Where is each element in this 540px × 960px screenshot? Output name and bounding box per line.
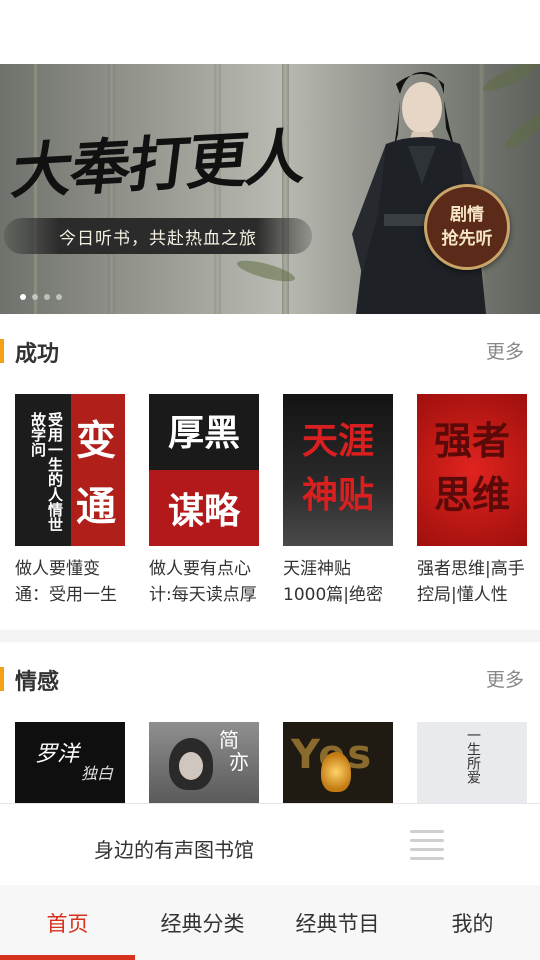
cover-title: 通 bbox=[76, 484, 116, 530]
cover-title: 一生所爱 bbox=[465, 728, 481, 784]
cover-title: 强者 bbox=[433, 419, 510, 463]
preview-badge[interactable]: 剧情 抢先听 bbox=[424, 184, 510, 270]
nav-programs[interactable]: 经典节目 bbox=[270, 885, 405, 960]
nav-categories[interactable]: 经典分类 bbox=[135, 885, 270, 960]
nav-active-indicator bbox=[0, 955, 135, 960]
nav-label: 经典分类 bbox=[160, 911, 245, 936]
more-link[interactable]: 更多 bbox=[486, 665, 524, 692]
book-card[interactable]: 天涯 神贴 天涯神贴1000篇|绝密私藏 bbox=[283, 394, 393, 608]
book-card[interactable]: 受用一生的人情世故学问 变 通 做人要懂变通：受用一生的人情世故学问 bbox=[15, 394, 125, 608]
book-card[interactable]: 罗洋 独白 bbox=[15, 722, 125, 803]
pagination-dot[interactable] bbox=[56, 294, 62, 300]
book-card[interactable]: 一生所爱 bbox=[417, 722, 527, 803]
section-title: 情感 bbox=[15, 670, 60, 695]
book-cover: 罗洋 独白 bbox=[15, 722, 125, 803]
banner-slogan: 今日听书，共赴热血之旅 bbox=[4, 218, 312, 254]
badge-line-1: 剧情 bbox=[450, 205, 484, 225]
cover-subtitle: 受用一生的人情世故学问 bbox=[29, 412, 64, 532]
cover-title: 亦 bbox=[229, 750, 249, 774]
cover-subtitle: 独白 bbox=[81, 764, 114, 783]
pagination-dot[interactable] bbox=[44, 294, 50, 300]
pagination-dot[interactable] bbox=[20, 294, 26, 300]
status-bar bbox=[0, 0, 540, 64]
nav-label: 经典节目 bbox=[295, 911, 380, 936]
banner-slogan-text: 今日听书，共赴热血之旅 bbox=[59, 228, 257, 249]
cover-title: 思维 bbox=[433, 473, 510, 517]
nav-mine[interactable]: 我的 bbox=[405, 885, 540, 960]
more-link[interactable]: 更多 bbox=[486, 337, 524, 364]
hero-banner[interactable]: 大奉打更人 今日听书，共赴热血之旅 剧情 抢先听 bbox=[0, 64, 540, 314]
section-accent-bar bbox=[0, 339, 4, 363]
book-cover: 一生所爱 bbox=[417, 722, 527, 803]
cover-title: 罗洋 bbox=[35, 742, 80, 767]
book-card[interactable]: 简 亦 bbox=[149, 722, 259, 803]
cover-title: 厚黑 bbox=[167, 413, 240, 454]
section-header-emotion: 情感 更多 bbox=[0, 659, 540, 699]
section-accent-bar bbox=[0, 667, 4, 691]
section-divider bbox=[0, 630, 540, 642]
book-cover: 简 亦 bbox=[149, 722, 259, 803]
cover-title: 变 bbox=[76, 418, 116, 464]
book-cover: 强者 思维 bbox=[417, 394, 527, 546]
nav-label: 我的 bbox=[451, 911, 494, 936]
nav-label: 首页 bbox=[46, 911, 89, 936]
nav-home[interactable]: 首页 bbox=[0, 885, 135, 960]
book-cover: 厚黑 谋略 bbox=[149, 394, 259, 546]
book-title: 做人要有点心计:每天读点厚黑学 bbox=[149, 559, 257, 605]
book-title: 天涯神贴1000篇|绝密私藏 bbox=[283, 559, 383, 605]
banner-title: 大奉打更人 bbox=[7, 122, 309, 208]
book-cover: 天涯 神贴 bbox=[283, 394, 393, 546]
mini-player-bar[interactable]: 身边的有声图书馆 bbox=[0, 803, 540, 885]
badge-line-2: 抢先听 bbox=[441, 229, 493, 249]
book-title: 做人要懂变通：受用一生的人情世故学问 bbox=[15, 559, 117, 605]
playlist-icon[interactable] bbox=[410, 830, 444, 860]
pagination-dot[interactable] bbox=[32, 294, 38, 300]
banner-pagination bbox=[20, 294, 62, 300]
book-cover: 受用一生的人情世故学问 变 通 bbox=[15, 394, 125, 546]
section-header-success: 成功 更多 bbox=[0, 331, 540, 371]
cover-title: 神贴 bbox=[301, 475, 374, 516]
cover-title: 天涯 bbox=[301, 421, 374, 462]
cover-title: 谋略 bbox=[167, 491, 240, 532]
book-card[interactable]: Yes bbox=[283, 722, 393, 803]
book-card[interactable]: 强者 思维 强者思维|高手控局|懂人性 bbox=[417, 394, 527, 608]
section-title: 成功 bbox=[15, 342, 60, 367]
player-title: 身边的有声图书馆 bbox=[94, 838, 254, 862]
bottom-navigation: 首页 经典分类 经典节目 我的 bbox=[0, 885, 540, 960]
book-card[interactable]: 厚黑 谋略 做人要有点心计:每天读点厚黑学 bbox=[149, 394, 259, 608]
book-cover: Yes bbox=[283, 722, 393, 803]
book-title: 强者思维|高手控局|懂人性 bbox=[417, 559, 525, 605]
